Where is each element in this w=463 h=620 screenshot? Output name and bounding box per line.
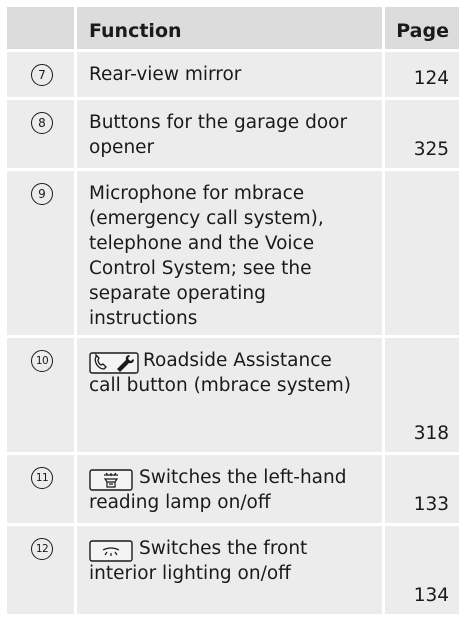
page-number: 325 xyxy=(413,139,449,160)
header-page: Page xyxy=(385,7,459,49)
table-row: 12 Switches the front interior lighting … xyxy=(7,526,459,614)
function-text: Buttons for the garage door opener xyxy=(77,100,382,168)
table-row: 10 Roadside Assistance call button (mbra… xyxy=(7,338,459,452)
item-number: 7 xyxy=(31,64,53,86)
item-number: 10 xyxy=(31,350,53,372)
table-row: 8 Buttons for the garage door opener 325 xyxy=(7,100,459,168)
table-row: 11 Switches the left-hand reading lamp o… xyxy=(7,455,459,523)
table-header: Function Page xyxy=(7,7,459,49)
table-row: 9 Microphone for mbrace (emergency call … xyxy=(7,171,459,335)
function-text: Rear-view mirror xyxy=(77,52,382,97)
item-number: 12 xyxy=(31,538,53,560)
reading-lamp-icon xyxy=(89,468,133,491)
table-row: 7 Rear-view mirror 124 xyxy=(7,52,459,97)
page-number: 318 xyxy=(413,423,449,444)
header-function: Function xyxy=(77,7,382,49)
page-number: 124 xyxy=(413,68,449,89)
item-number: 11 xyxy=(31,467,53,489)
interior-light-icon xyxy=(89,539,133,562)
function-text: Microphone for mbrace (emergency call sy… xyxy=(77,171,382,335)
item-number: 9 xyxy=(31,183,53,205)
header-blank xyxy=(7,7,74,49)
phone-wrench-icon xyxy=(89,351,139,374)
page-number: 133 xyxy=(413,494,449,515)
page-number: 134 xyxy=(413,585,449,606)
item-number: 8 xyxy=(31,112,53,134)
